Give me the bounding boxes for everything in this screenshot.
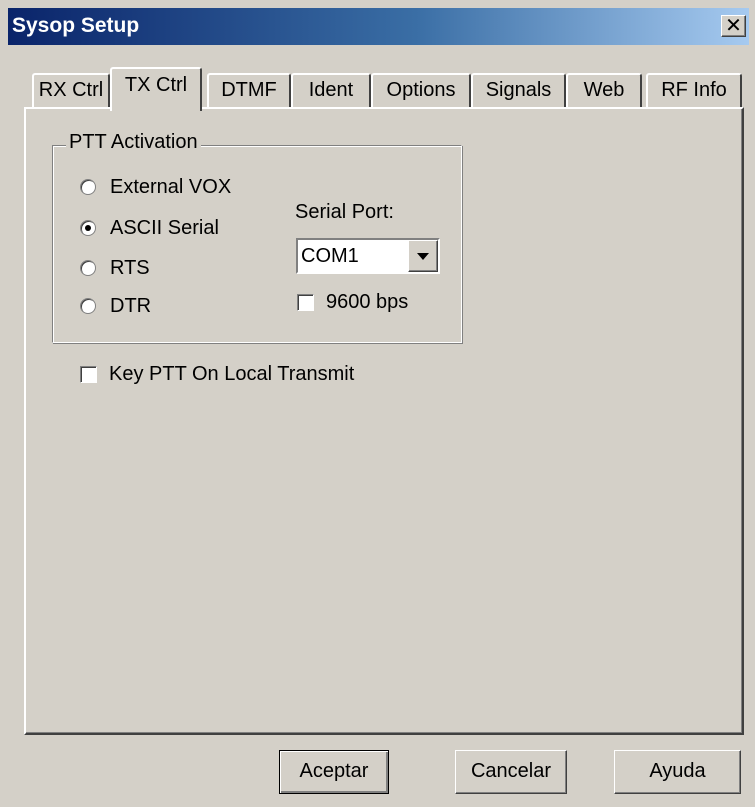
ptt-activation-legend: PTT Activation (66, 131, 201, 154)
radio-rts[interactable]: RTS (80, 256, 150, 280)
radio-circle (80, 179, 96, 195)
tab-label: Web (583, 79, 625, 101)
checkbox-label: Key PTT On Local Transmit (109, 362, 355, 385)
tab-web[interactable]: Web (566, 73, 642, 107)
tab-tx-ctrl[interactable]: TX Ctrl (110, 67, 202, 111)
tab-label: DTMF (221, 79, 277, 101)
radio-ascii-serial[interactable]: ASCII Serial (80, 216, 219, 240)
checkbox-box (80, 365, 97, 383)
radio-circle (80, 298, 96, 314)
tab-label: Signals (485, 79, 552, 101)
close-icon: ✕ (725, 15, 742, 37)
radio-dtr[interactable]: DTR (80, 294, 151, 318)
help-button[interactable]: Ayuda (614, 750, 741, 794)
radio-selected-dot (85, 225, 91, 231)
window-title: Sysop Setup (12, 14, 140, 37)
tab-options[interactable]: Options (371, 73, 471, 107)
radio-label: RTS (110, 256, 150, 279)
tab-dtmf[interactable]: DTMF (207, 73, 291, 107)
tab-strip: RX Ctrl TX Ctrl DTMF Ident Options Signa… (24, 67, 744, 111)
tab-label: TX Ctrl (124, 74, 188, 96)
tab-label: RF Info (661, 79, 727, 101)
key-ptt-local-checkbox[interactable]: Key PTT On Local Transmit (80, 362, 354, 386)
tab-rf-info[interactable]: RF Info (646, 73, 742, 107)
tab-label: Options (386, 79, 456, 101)
close-button[interactable]: ✕ (721, 15, 746, 37)
serial-port-select[interactable]: COM1 (296, 238, 440, 274)
tab-ident[interactable]: Ident (291, 73, 371, 107)
title-bar[interactable]: Sysop Setup ✕ (8, 8, 749, 45)
tab-label: RX Ctrl (38, 79, 104, 101)
checkbox-box (297, 293, 314, 311)
checkbox-label: 9600 bps (326, 290, 409, 313)
sysop-setup-dialog: Sysop Setup ✕ RX Ctrl TX Ctrl DTMF Ident… (0, 0, 755, 807)
tab-signals[interactable]: Signals (471, 73, 566, 107)
radio-label: DTR (110, 294, 152, 317)
baud-9600-checkbox[interactable]: 9600 bps (297, 290, 408, 314)
radio-external-vox[interactable]: External VOX (80, 175, 231, 199)
serial-port-value: COM1 (301, 245, 359, 267)
cancel-button[interactable]: Cancelar (455, 750, 567, 794)
ok-button[interactable]: Aceptar (279, 750, 389, 794)
tab-rx-ctrl[interactable]: RX Ctrl (32, 73, 110, 107)
serial-port-label: Serial Port: (295, 201, 394, 223)
tab-label: Ident (308, 79, 354, 101)
radio-circle (80, 220, 96, 236)
chevron-down-icon (417, 253, 429, 260)
radio-label: ASCII Serial (110, 216, 219, 239)
radio-label: External VOX (110, 175, 232, 198)
dropdown-button[interactable] (408, 240, 438, 272)
radio-circle (80, 260, 96, 276)
